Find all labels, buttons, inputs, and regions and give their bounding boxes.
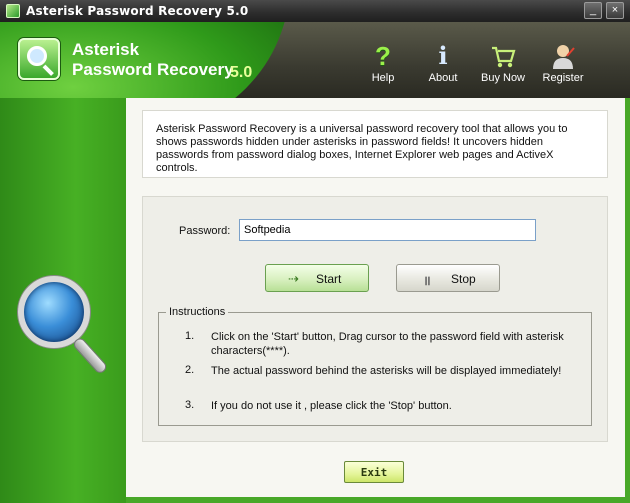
header-banner: Asterisk Password Recovery 5.0 ? Help i … [0, 22, 630, 98]
app-icon [6, 4, 20, 18]
password-field[interactable] [239, 219, 536, 241]
info-icon: i [438, 41, 448, 70]
password-label: Password: [179, 225, 231, 237]
start-button[interactable]: ⇢ Start [265, 264, 369, 292]
left-decor-panel [0, 98, 126, 503]
stop-icon: ॥ [423, 273, 431, 288]
register-button[interactable]: Register [533, 42, 593, 92]
instructions-title: Instructions [166, 306, 229, 318]
brand-name-line2: Password Recovery [72, 60, 234, 79]
stop-label: Stop [451, 272, 476, 286]
minimize-button[interactable]: _ [584, 2, 602, 19]
title-bar: Asterisk Password Recovery 5.0 _ × [0, 0, 630, 22]
stop-button[interactable]: ॥ Stop [396, 264, 500, 292]
buy-now-button[interactable]: Buy Now [473, 42, 533, 92]
user-icon [550, 42, 576, 70]
magnifier-handle [71, 335, 109, 376]
exit-button[interactable]: Exit [344, 461, 404, 483]
about-button[interactable]: i About [413, 42, 473, 92]
buy-now-label: Buy Now [480, 72, 526, 84]
cart-icon [490, 42, 516, 70]
start-label: Start [316, 272, 342, 286]
instruction-text: Click on the 'Start' button, Drag cursor… [211, 331, 564, 357]
instruction-number: 3. [185, 399, 195, 411]
about-label: About [428, 72, 458, 84]
brand-name-line1: Asterisk [72, 40, 140, 59]
drag-arrow-icon: ⇢ [288, 271, 299, 286]
help-icon: ? [375, 41, 391, 71]
right-border [625, 98, 630, 503]
help-button[interactable]: ? Help [353, 42, 413, 92]
close-button[interactable]: × [606, 2, 624, 19]
instruction-text: The actual password behind the asterisks… [211, 365, 562, 377]
register-label: Register [542, 72, 584, 84]
app-logo-icon [18, 38, 60, 80]
description-box: Asterisk Password Recovery is a universa… [142, 110, 608, 178]
brand-version: 5.0 [230, 64, 253, 81]
instruction-text: If you do not use it , please click the … [211, 400, 452, 412]
instruction-number: 1. [185, 330, 195, 342]
help-label: Help [371, 72, 395, 84]
bottom-border [126, 497, 630, 503]
window-title: Asterisk Password Recovery 5.0 [26, 4, 249, 18]
instruction-number: 2. [185, 364, 195, 376]
